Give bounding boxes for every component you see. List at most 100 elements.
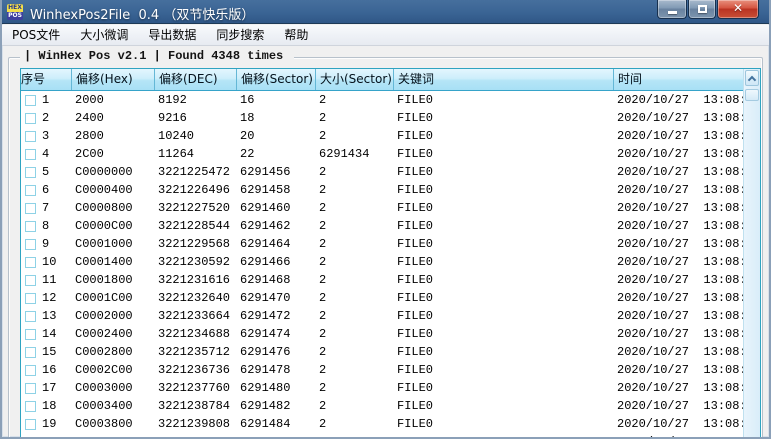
maximize-button[interactable]	[688, 0, 716, 19]
row-checkbox[interactable]	[25, 113, 36, 124]
row-checkbox[interactable]	[25, 293, 36, 304]
table-row[interactable]: 5C0000000322122547262914562FILE02020/10/…	[21, 163, 743, 181]
cell-keyword: FILE0	[393, 289, 613, 307]
cell-offset-dec: 3221233664	[154, 307, 236, 325]
cell-time: 2020/10/27 13:08:15	[613, 343, 743, 361]
cell-keyword: FILE0	[393, 109, 613, 127]
cell-size-sector: 2	[315, 361, 393, 379]
cell-offset-dec: 8192	[154, 91, 236, 109]
cell-offset-sector: 6291474	[236, 325, 315, 343]
cell-offset-hex: C0000C00	[71, 217, 154, 235]
row-checkbox[interactable]	[25, 347, 36, 358]
column-header[interactable]: 大小(Sector)	[315, 69, 393, 90]
cell-offset-hex: C0002400	[71, 325, 154, 343]
column-header[interactable]: 偏移(Sector)	[236, 69, 315, 90]
cell-offset-sector: 6291466	[236, 253, 315, 271]
table-row[interactable]: 224009216182FILE02020/10/27 13:08:15	[21, 109, 743, 127]
row-checkbox[interactable]	[25, 149, 36, 160]
row-checkbox[interactable]	[25, 167, 36, 178]
app-window: HEX POS WinhexPos2File 0.4 （双节快乐版） ✕ POS…	[0, 0, 771, 439]
row-checkbox[interactable]	[25, 95, 36, 106]
table-row[interactable]: 8C0000C00322122854462914622FILE02020/10/…	[21, 217, 743, 235]
row-checkbox[interactable]	[25, 365, 36, 376]
row-checkbox[interactable]	[25, 221, 36, 232]
cell-offset-sector: 6291456	[236, 163, 315, 181]
cell-offset-sector: 22	[236, 145, 315, 163]
cell-time: 2020/10/27 13:08:15	[613, 235, 743, 253]
cell-offset-sector: 6291476	[236, 343, 315, 361]
table-row[interactable]: 13C0002000322123366462914722FILE02020/10…	[21, 307, 743, 325]
column-header[interactable]: 偏移(DEC)	[154, 69, 236, 90]
table-row[interactable]: 120008192162FILE02020/10/27 13:08:15	[21, 91, 743, 109]
row-checkbox[interactable]	[25, 275, 36, 286]
table-row[interactable]: 42C0011264226291434FILE02020/10/27 13:08…	[21, 145, 743, 163]
column-header[interactable]: 偏移(Hex)	[71, 69, 154, 90]
row-checkbox[interactable]	[25, 239, 36, 250]
cell-index: 10	[21, 253, 71, 271]
row-checkbox[interactable]	[25, 383, 36, 394]
row-checkbox[interactable]	[25, 203, 36, 214]
table-row[interactable]: 14C0002400322123468862914742FILE02020/10…	[21, 325, 743, 343]
close-button[interactable]: ✕	[717, 0, 759, 19]
menu-item[interactable]: 同步搜索	[206, 25, 274, 46]
table-row[interactable]: 20C0003C003221240832629148610FILE02020/1…	[21, 433, 743, 439]
cell-index: 16	[21, 361, 71, 379]
table-row[interactable]: 16C0002C00322123673662914782FILE02020/10…	[21, 361, 743, 379]
cell-time: 2020/10/27 13:08:15	[613, 199, 743, 217]
row-checkbox[interactable]	[25, 185, 36, 196]
minimize-button[interactable]	[657, 0, 687, 19]
title-bar[interactable]: HEX POS WinhexPos2File 0.4 （双节快乐版） ✕	[0, 0, 771, 24]
cell-offset-hex: 2800	[71, 127, 154, 145]
cell-keyword: FILE0	[393, 199, 613, 217]
cell-time: 2020/10/27 13:08:15	[613, 415, 743, 433]
cell-offset-hex: C0003400	[71, 397, 154, 415]
table-row[interactable]: 9C0001000322122956862914642FILE02020/10/…	[21, 235, 743, 253]
table-row[interactable]: 18C0003400322123878462914822FILE02020/10…	[21, 397, 743, 415]
cell-size-sector: 2	[315, 307, 393, 325]
cell-size-sector: 2	[315, 91, 393, 109]
row-checkbox[interactable]	[25, 329, 36, 340]
column-header[interactable]: 序号	[21, 69, 71, 90]
cell-offset-sector: 6291484	[236, 415, 315, 433]
cell-size-sector: 2	[315, 271, 393, 289]
cell-offset-dec: 9216	[154, 109, 236, 127]
row-checkbox[interactable]	[25, 131, 36, 142]
row-checkbox[interactable]	[25, 257, 36, 268]
cell-size-sector: 2	[315, 379, 393, 397]
scrollbar-thumb[interactable]	[745, 89, 759, 101]
row-checkbox[interactable]	[25, 419, 36, 430]
table-row[interactable]: 12C0001C00322123264062914702FILE02020/10…	[21, 289, 743, 307]
cell-offset-dec: 3221240832	[154, 433, 236, 439]
column-header[interactable]: 时间	[613, 69, 743, 90]
row-checkbox[interactable]	[25, 311, 36, 322]
menu-item[interactable]: 帮助	[274, 25, 318, 46]
cell-offset-hex: C0000000	[71, 163, 154, 181]
table-row[interactable]: 19C0003800322123980862914842FILE02020/10…	[21, 415, 743, 433]
table-row[interactable]: 17C0003000322123776062914802FILE02020/10…	[21, 379, 743, 397]
window-title: WinhexPos2File 0.4 （双节快乐版）	[30, 4, 254, 23]
table-row[interactable]: 6C0000400322122649662914582FILE02020/10/…	[21, 181, 743, 199]
cell-keyword: FILE0	[393, 253, 613, 271]
cell-size-sector: 2	[315, 109, 393, 127]
cell-keyword: FILE0	[393, 217, 613, 235]
cell-keyword: FILE0	[393, 163, 613, 181]
row-checkbox[interactable]	[25, 401, 36, 412]
cell-time: 2020/10/27 13:08:15	[613, 163, 743, 181]
table-row[interactable]: 11C0001800322123161662914682FILE02020/10…	[21, 271, 743, 289]
menu-item[interactable]: 导出数据	[138, 25, 206, 46]
menu-item[interactable]: 大小微调	[70, 25, 138, 46]
cell-size-sector: 6291434	[315, 145, 393, 163]
menu-item[interactable]: POS文件	[2, 25, 70, 46]
table-row[interactable]: 3280010240202FILE02020/10/27 13:08:15	[21, 127, 743, 145]
table-row[interactable]: 10C0001400322123059262914662FILE02020/10…	[21, 253, 743, 271]
table-row[interactable]: 15C0002800322123571262914762FILE02020/10…	[21, 343, 743, 361]
scroll-up-button[interactable]	[745, 70, 759, 86]
column-header[interactable]: 关键词	[393, 69, 613, 90]
cell-size-sector: 2	[315, 163, 393, 181]
cell-offset-sector: 6291458	[236, 181, 315, 199]
cell-time: 2020/10/27 13:08:15	[613, 217, 743, 235]
vertical-scrollbar[interactable]	[743, 69, 760, 439]
table-row[interactable]: 7C0000800322122752062914602FILE02020/10/…	[21, 199, 743, 217]
cell-offset-dec: 3221229568	[154, 235, 236, 253]
cell-offset-dec: 3221227520	[154, 199, 236, 217]
